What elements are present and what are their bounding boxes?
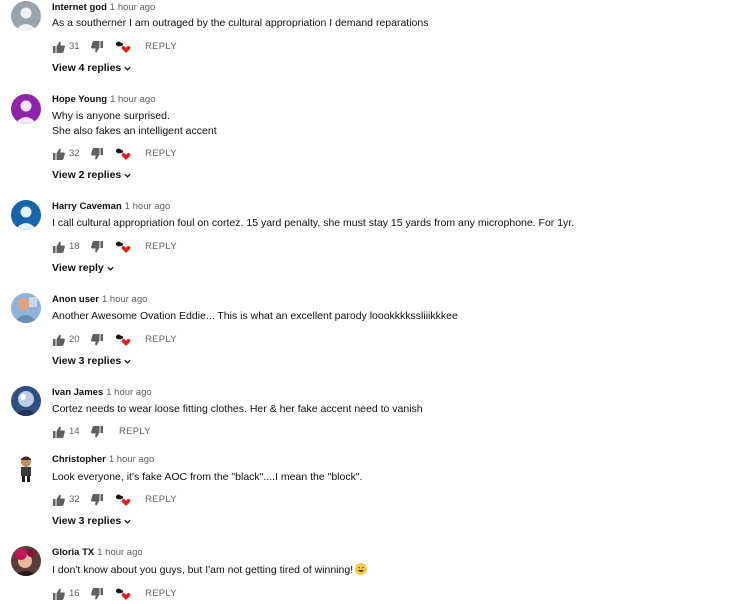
- thumb-down-icon[interactable]: [90, 333, 104, 347]
- creator-heart-icon: [115, 493, 131, 507]
- comment-text: Look everyone, it's fake AOC from the "b…: [52, 471, 363, 483]
- comment-text: Why is anyone surprised. She also fakes a…: [52, 110, 217, 137]
- like-count: 32: [69, 494, 80, 505]
- like-count: 18: [69, 241, 80, 252]
- view-replies-button[interactable]: View 3 replies: [52, 514, 132, 528]
- avatar[interactable]: [11, 293, 41, 323]
- comment-time[interactable]: 1 hour ago: [97, 547, 142, 558]
- view-replies-button[interactable]: View 2 replies: [52, 168, 132, 182]
- comment-author[interactable]: Ivan James: [52, 387, 103, 398]
- comment-author[interactable]: Christopher: [52, 454, 106, 465]
- like-count: 14: [69, 426, 80, 437]
- chevron-down-icon: [107, 266, 114, 271]
- like-count: 20: [69, 334, 80, 345]
- comment-author[interactable]: Hope Young: [52, 94, 107, 105]
- thumb-down-icon[interactable]: [90, 425, 104, 439]
- creator-heart-icon: [115, 333, 131, 347]
- comment-time[interactable]: 1 hour ago: [110, 94, 155, 105]
- chevron-down-icon: [124, 173, 131, 178]
- comment-text: Cortez needs to wear loose fitting cloth…: [52, 403, 423, 415]
- creator-heart-icon: [115, 40, 131, 54]
- comment-time[interactable]: 1 hour ago: [102, 294, 147, 305]
- comment-text: I don't know about you guys, but I'am no…: [52, 563, 368, 578]
- thumb-down-icon[interactable]: [90, 40, 104, 54]
- reply-button[interactable]: REPLY: [145, 333, 177, 347]
- thumb-up-icon[interactable]: [52, 333, 66, 347]
- thumb-down-icon[interactable]: [90, 147, 104, 161]
- creator-heart-icon: [115, 147, 131, 161]
- chevron-down-icon: [124, 359, 131, 364]
- avatar[interactable]: [11, 200, 41, 230]
- reply-button[interactable]: REPLY: [145, 240, 177, 254]
- comment-author[interactable]: Harry Caveman: [52, 201, 122, 212]
- like-count: 31: [69, 41, 80, 52]
- reply-button[interactable]: REPLY: [119, 425, 151, 439]
- thumb-up-icon[interactable]: [52, 493, 66, 507]
- thumb-down-icon[interactable]: [90, 240, 104, 254]
- comment-author[interactable]: Gloria TX: [52, 547, 94, 558]
- avatar[interactable]: [11, 453, 41, 483]
- reply-button[interactable]: REPLY: [145, 40, 177, 54]
- view-replies-button[interactable]: View reply: [52, 261, 115, 275]
- reply-button[interactable]: REPLY: [145, 147, 177, 161]
- thumb-up-icon[interactable]: [52, 147, 66, 161]
- reply-button[interactable]: REPLY: [145, 493, 177, 507]
- creator-heart-icon: [115, 240, 131, 254]
- like-count: 32: [69, 148, 80, 159]
- view-replies-button[interactable]: View 3 replies: [52, 354, 132, 368]
- avatar[interactable]: [11, 1, 41, 31]
- view-replies-button[interactable]: View 4 replies: [52, 61, 132, 75]
- laughing-emoji-icon: [355, 563, 368, 575]
- comment-text: As a southerner I am outraged by the cul…: [52, 17, 429, 29]
- comment-time[interactable]: 1 hour ago: [106, 387, 151, 398]
- comment-text: I call cultural appropriation foul on co…: [52, 217, 575, 229]
- comment-text: Another Awesome Ovation Eddie... This is…: [52, 310, 458, 322]
- comment-time[interactable]: 1 hour ago: [109, 454, 154, 465]
- comment-time[interactable]: 1 hour ago: [125, 201, 170, 212]
- chevron-down-icon: [124, 66, 131, 71]
- thumb-up-icon[interactable]: [52, 240, 66, 254]
- chevron-down-icon: [124, 519, 131, 524]
- avatar[interactable]: [11, 386, 41, 416]
- avatar[interactable]: [11, 546, 41, 576]
- avatar[interactable]: [11, 94, 41, 124]
- comment-author[interactable]: Internet god: [52, 2, 107, 13]
- comment-time[interactable]: 1 hour ago: [110, 2, 155, 13]
- thumb-up-icon[interactable]: [52, 425, 66, 439]
- comment-author[interactable]: Anon user: [52, 294, 99, 305]
- thumb-down-icon[interactable]: [90, 493, 104, 507]
- thumb-up-icon[interactable]: [52, 40, 66, 54]
